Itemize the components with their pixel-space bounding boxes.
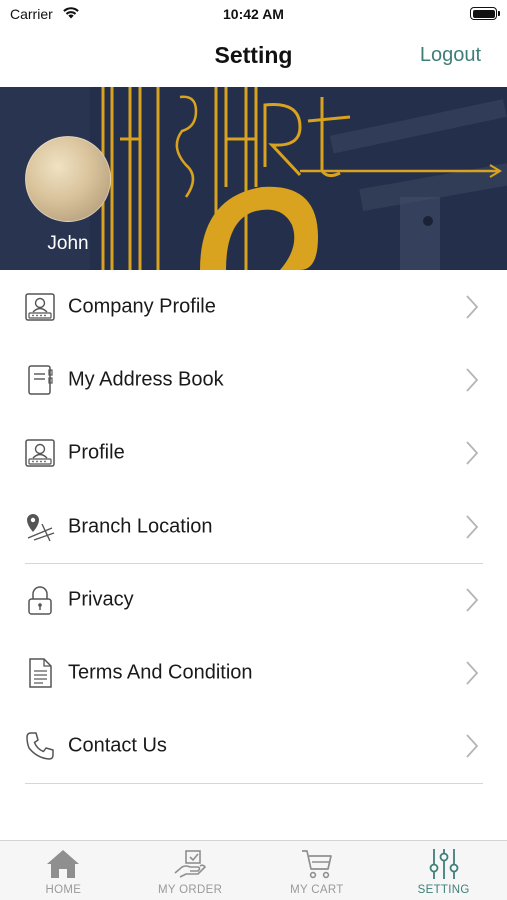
battery-icon bbox=[470, 7, 500, 20]
logout-button[interactable]: Logout bbox=[420, 44, 481, 67]
chevron-right-icon bbox=[466, 661, 479, 685]
phone-icon bbox=[26, 732, 54, 761]
tab-home[interactable]: HOME bbox=[0, 841, 127, 900]
menu-item-terms[interactable]: Terms And Condition bbox=[0, 636, 507, 709]
menu-item-label: Profile bbox=[68, 441, 125, 464]
menu-item-address-book[interactable]: My Address Book bbox=[0, 343, 507, 416]
nav-bar: Setting Logout bbox=[0, 30, 507, 86]
menu-item-label: Contact Us bbox=[68, 734, 167, 757]
menu-item-label: Privacy bbox=[68, 588, 134, 611]
company-card-icon bbox=[25, 292, 55, 321]
menu-item-branch-location[interactable]: Branch Location bbox=[0, 490, 507, 563]
home-icon bbox=[47, 850, 80, 878]
chevron-right-icon bbox=[466, 441, 479, 465]
tab-my-order[interactable]: MY ORDER bbox=[127, 841, 254, 900]
sliders-icon bbox=[429, 849, 459, 879]
chevron-right-icon bbox=[466, 734, 479, 759]
menu-item-company-profile[interactable]: Company Profile bbox=[0, 270, 507, 343]
lock-icon bbox=[28, 586, 52, 615]
tab-my-cart[interactable]: MY CART bbox=[254, 841, 381, 900]
tab-bar: HOME MY ORDER MY CART SETTING bbox=[0, 840, 507, 900]
tab-label: MY CART bbox=[290, 884, 344, 896]
tab-label: HOME bbox=[45, 884, 82, 896]
status-bar: Carrier 10:42 AM bbox=[0, 0, 507, 30]
chevron-right-icon bbox=[466, 514, 479, 539]
address-book-icon bbox=[28, 365, 53, 395]
tab-label: SETTING bbox=[417, 884, 470, 896]
cart-icon bbox=[301, 850, 332, 879]
order-icon bbox=[174, 850, 207, 878]
divider bbox=[25, 783, 483, 784]
chevron-right-icon bbox=[466, 368, 479, 392]
menu-item-label: Terms And Condition bbox=[68, 661, 253, 684]
menu-item-label: My Address Book bbox=[68, 368, 224, 391]
map-pin-icon bbox=[27, 513, 55, 541]
chevron-right-icon bbox=[466, 588, 479, 612]
tab-label: MY ORDER bbox=[158, 884, 223, 896]
clock-time: 10:42 AM bbox=[223, 6, 284, 22]
menu-item-profile[interactable]: Profile bbox=[0, 417, 507, 490]
profile-banner: John bbox=[0, 87, 507, 270]
user-name: John bbox=[47, 233, 89, 254]
avatar[interactable] bbox=[25, 136, 111, 222]
profile-card-icon bbox=[25, 439, 55, 467]
menu-item-privacy[interactable]: Privacy bbox=[0, 563, 507, 636]
menu-item-label: Company Profile bbox=[68, 295, 216, 318]
chevron-right-icon bbox=[466, 295, 479, 319]
menu-item-contact-us[interactable]: Contact Us bbox=[0, 710, 507, 783]
divider bbox=[25, 563, 483, 564]
tab-setting[interactable]: SETTING bbox=[380, 841, 507, 900]
document-icon bbox=[29, 658, 52, 688]
settings-menu: Company Profile My Address Book Profile bbox=[0, 270, 507, 784]
menu-item-label: Branch Location bbox=[68, 515, 213, 538]
